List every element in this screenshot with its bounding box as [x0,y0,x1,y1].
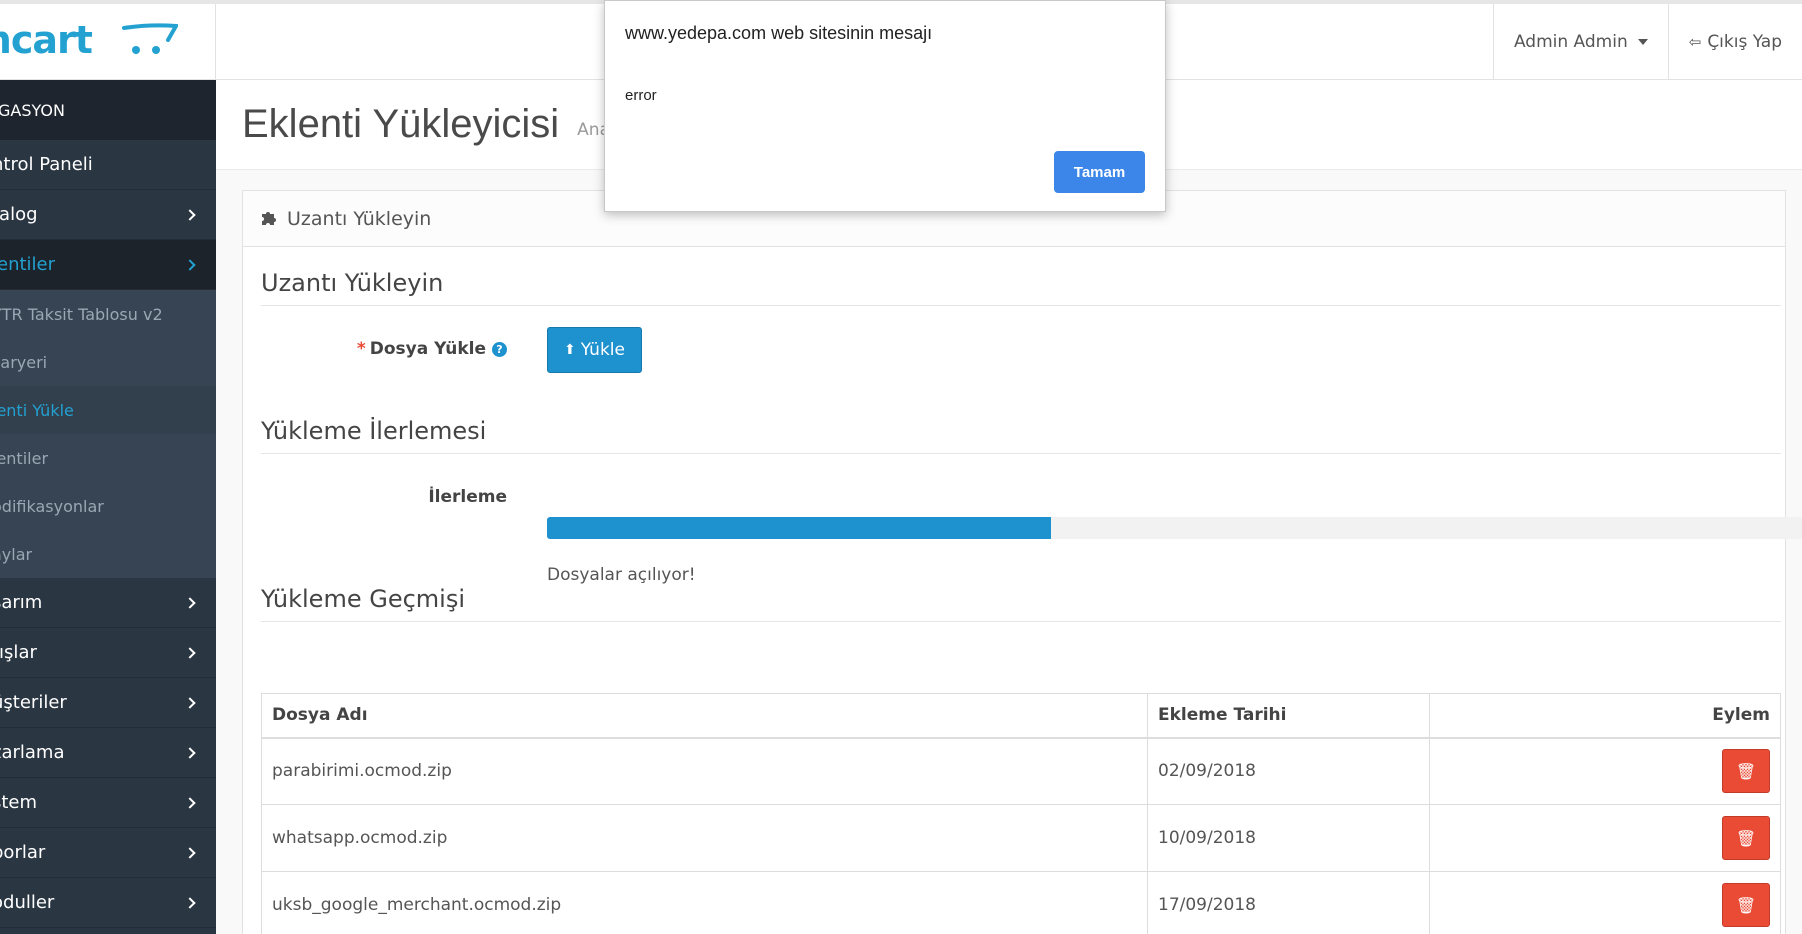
logout-link[interactable]: ⇦ Çıkış Yap [1667,4,1802,80]
chevron-right-icon [184,896,196,909]
file-name-cell: parabirimi.ocmod.zip [261,737,1148,805]
sidebar-item-customers[interactable]: üşteriler [0,678,216,728]
sidebar-item-label: lentiler [0,448,49,468]
logout-label: Çıkış Yap [1707,32,1782,52]
sidebar-item-label: zaryeri [0,352,48,372]
table-row: parabirimi.ocmod.zip 02/09/2018 🗑 [261,737,1781,805]
sidebar-item-label: ntrol Paneli [0,154,93,175]
progress-section-title: Yükleme İlerlemesi [261,417,1781,454]
sidebar-item-label: tışlar [0,642,37,663]
trash-icon: 🗑 [1735,761,1757,781]
chevron-right-icon [184,258,196,271]
opencart-logo[interactable]: encart [0,4,216,80]
progress-status-text: Dosyalar açılıyor! [547,565,696,585]
sidebar-item-marketing[interactable]: zarlama [0,728,216,778]
puzzle-icon [261,208,277,230]
sidebar-heading-label: GASYON [0,100,65,120]
date-cell: 02/09/2018 [1147,737,1430,805]
dialog-ok-button[interactable]: Tamam [1054,151,1145,193]
sidebar-heading: GASYON [0,80,216,140]
sidebar-item-label: sarım [0,592,43,613]
sidebar-item-label: porlar [0,842,46,863]
sidebar-item-modules[interactable]: oduller [0,878,216,928]
chevron-right-icon [184,646,196,659]
history-section-title: Yükleme Geçmişi [261,585,1781,622]
sidebar-item-label: zarlama [0,742,65,763]
sidebar-item-design[interactable]: sarım [0,578,216,628]
sidebar: GASYON ntrol Paneli talog lentiler YTR T… [0,80,216,934]
cart-icon [122,23,178,54]
table-header-row: Dosya Adı Ekleme Tarihi Eylem [261,693,1781,739]
delete-button[interactable]: 🗑 [1722,749,1770,794]
question-circle-icon[interactable]: ? [492,342,507,357]
action-cell: 🗑 [1429,804,1781,872]
sidebar-item-system[interactable]: stem [0,778,216,828]
sidebar-item-label: YTR Taksit Tablosu v2 [0,304,163,324]
sidebar-item-dashboard[interactable]: ntrol Paneli [0,140,216,190]
delete-button[interactable]: 🗑 [1722,883,1770,927]
history-table: Dosya Adı Ekleme Tarihi Eylem parabirimi… [261,693,1781,934]
upload-panel: Uzantı Yükleyin Uzantı Yükleyin * Dosya Y… [242,190,1802,934]
sidebar-subitem-paytr[interactable]: YTR Taksit Tablosu v2 [0,290,216,338]
panel-title: Uzantı Yükleyin [287,207,432,230]
file-name-cell: uksb_google_merchant.ocmod.zip [261,871,1148,934]
upload-icon: ⬆ [564,342,576,358]
logo-text: encart [0,18,93,62]
progress-bar [547,517,1802,539]
sidebar-item-label: lenti Yükle [0,400,74,420]
alert-dialog: www.yedepa.com web sitesinin mesajı erro… [604,0,1166,212]
sidebar-subitem-installer[interactable]: lenti Yükle [0,386,216,434]
upload-button-label: Yükle [580,340,625,360]
column-header-filename[interactable]: Dosya Adı [261,693,1148,739]
table-row: uksb_google_merchant.ocmod.zip 17/09/201… [261,871,1781,934]
sidebar-subitem-events[interactable]: aylar [0,530,216,578]
upload-button[interactable]: ⬆ Yükle [547,327,642,373]
sidebar-item-label: lentiler [0,254,56,275]
date-cell: 10/09/2018 [1147,804,1430,872]
page-title: Eklenti Yükleyicisi [242,102,560,146]
chevron-right-icon [184,796,196,809]
sidebar-item-sales[interactable]: tışlar [0,628,216,678]
sidebar-item-label: talog [0,204,38,225]
trash-icon: 🗑 [1735,895,1757,915]
sign-out-icon: ⇦ [1688,33,1702,51]
trash-icon: 🗑 [1735,828,1757,848]
sidebar-item-extensions[interactable]: lentiler [0,240,216,290]
dialog-message: error [625,87,657,104]
sidebar-subitem-extensions[interactable]: lentiler [0,434,216,482]
sidebar-item-label: oduller [0,892,55,913]
action-cell: 🗑 [1429,737,1781,805]
column-header-date[interactable]: Ekleme Tarihi [1147,693,1430,739]
user-name: Admin Admin [1513,32,1628,52]
chevron-right-icon [184,846,196,859]
file-upload-label-text: Dosya Yükle [369,339,486,359]
sidebar-item-reports[interactable]: porlar [0,828,216,878]
file-name-cell: whatsapp.ocmod.zip [261,804,1148,872]
progress-bar-fill [547,517,1051,539]
user-menu[interactable]: Admin Admin [1492,4,1668,80]
chevron-right-icon [184,596,196,609]
progress-label: İlerleme [428,487,507,507]
required-marker: * [356,339,366,359]
delete-button[interactable]: 🗑 [1722,816,1770,860]
sidebar-item-label: aylar [0,544,33,564]
table-row: whatsapp.ocmod.zip 10/09/2018 🗑 [261,804,1781,872]
file-upload-label: * Dosya Yükle? [303,339,507,359]
sidebar-item-label: odifikasyonlar [0,496,104,516]
chevron-down-icon [1637,39,1648,45]
sidebar-item-label: stem [0,792,38,813]
date-cell: 17/09/2018 [1147,871,1430,934]
chevron-right-icon [184,746,196,759]
chevron-right-icon [184,208,196,221]
column-header-action: Eylem [1429,693,1781,739]
sidebar-item-catalog[interactable]: talog [0,190,216,240]
sidebar-item-label: üşteriler [0,692,67,713]
upload-section-title: Uzantı Yükleyin [261,269,1781,306]
sidebar-subitem-marketplace[interactable]: zaryeri [0,338,216,386]
action-cell: 🗑 [1429,871,1781,934]
sidebar-subitem-modifications[interactable]: odifikasyonlar [0,482,216,530]
dialog-title: www.yedepa.com web sitesinin mesajı [625,23,933,43]
chevron-right-icon [184,696,196,709]
